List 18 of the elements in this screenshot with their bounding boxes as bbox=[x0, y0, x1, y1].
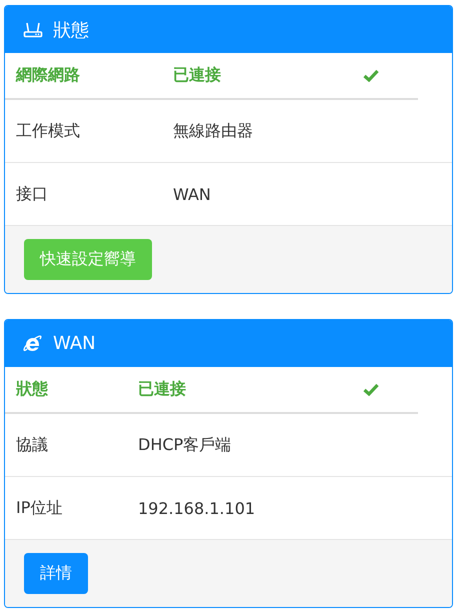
field-label: IP位址 bbox=[16, 498, 64, 518]
card-title: 狀態 bbox=[53, 18, 89, 42]
field-label: 工作模式 bbox=[16, 120, 81, 142]
field-value: 192.168.1.101 bbox=[138, 498, 256, 518]
browser-e-icon bbox=[23, 334, 43, 354]
field-value: 無線路由器 bbox=[173, 120, 254, 142]
field-value: DHCP客戶端 bbox=[138, 434, 232, 456]
status-value: 已連接 bbox=[138, 379, 187, 400]
status-label: 網際網路 bbox=[16, 65, 81, 86]
field-label: 接口 bbox=[16, 184, 49, 204]
action-button[interactable]: 詳情 bbox=[24, 553, 88, 594]
status-value: 已連接 bbox=[173, 65, 222, 86]
router-icon bbox=[23, 22, 43, 38]
status-label: 狀態 bbox=[16, 379, 49, 400]
field-value: WAN bbox=[173, 184, 212, 204]
field-label: 協議 bbox=[16, 434, 49, 456]
action-button[interactable]: 快速設定嚮導 bbox=[24, 239, 152, 280]
card-title: WAN bbox=[53, 333, 96, 354]
